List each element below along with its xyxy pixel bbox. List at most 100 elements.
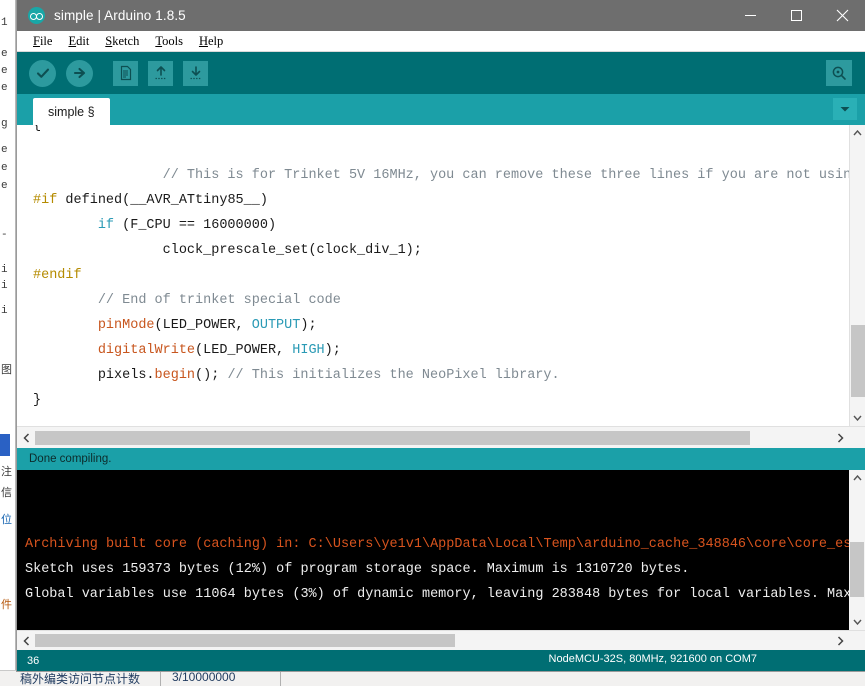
background-text-fragment: 位 xyxy=(1,515,12,527)
background-text-fragment: 图 xyxy=(1,365,12,377)
chevron-down-icon xyxy=(840,107,850,112)
close-button[interactable] xyxy=(819,0,865,31)
editor-vertical-scrollbar[interactable] xyxy=(849,125,865,426)
chevron-right-icon xyxy=(837,635,844,646)
serial-monitor-button[interactable] xyxy=(826,60,852,86)
scroll-down-arrow[interactable] xyxy=(850,410,865,426)
background-text-fragment: e xyxy=(1,48,8,60)
console-horizontal-scrollbar[interactable] xyxy=(17,630,865,650)
background-text-fragment: i xyxy=(1,264,8,276)
background-text-fragment: 注 xyxy=(1,467,12,479)
code-token: (LED_POWER, xyxy=(195,343,293,358)
code-token: pinMode xyxy=(97,318,155,333)
arrow-up-icon xyxy=(155,66,166,80)
menu-bar: File Edit Sketch Tools Help xyxy=(17,31,865,52)
console-text: Archiving built core (caching) in: C:\Us… xyxy=(25,532,849,607)
background-text-fragment: i xyxy=(1,305,8,317)
window-controls xyxy=(727,0,865,31)
code-token: pixels. xyxy=(97,368,155,383)
code-token: } xyxy=(33,393,42,408)
editor-scroll-thumb[interactable] xyxy=(851,325,865,397)
background-text-fragment: 件 xyxy=(1,600,12,612)
board-info: NodeMCU-32S, 80MHz, 921600 on COM7 xyxy=(548,653,757,665)
arduino-logo-icon xyxy=(28,7,45,24)
minimize-button[interactable] xyxy=(727,0,773,31)
background-selection-highlight xyxy=(0,434,10,456)
code-line: #endif xyxy=(33,263,849,288)
chevron-up-icon xyxy=(852,475,862,481)
code-line: // This is for Trinket 5V 16MHz, you can… xyxy=(33,163,849,188)
menu-item-help[interactable]: Help xyxy=(191,34,231,49)
open-sketch-button[interactable] xyxy=(148,60,173,86)
status-message: Done compiling. xyxy=(29,453,112,465)
code-line: } xyxy=(33,388,849,413)
console-area: Archiving built core (caching) in: C:\Us… xyxy=(17,470,865,630)
code-text: { // This is for Trinket 5V 16MHz, you c… xyxy=(17,125,849,413)
verify-button[interactable] xyxy=(29,59,56,87)
console-scroll-right-arrow[interactable] xyxy=(831,630,849,652)
menu-item-file[interactable]: File xyxy=(25,34,60,49)
menu-item-sketch[interactable]: Sketch xyxy=(97,34,147,49)
screen-root: 1eeegeee-iii图注信位件 稿外编类访问节点计数 3/10000000 … xyxy=(0,0,865,686)
code-token: clock_prescale_set(clock_div_1); xyxy=(162,243,422,258)
console-hscroll-thumb[interactable] xyxy=(35,634,455,647)
background-window-left-strip[interactable]: 1eeegeee-iii图注信位件 xyxy=(0,0,16,686)
tab-menu-button[interactable] xyxy=(833,98,857,120)
magnifier-icon xyxy=(832,66,846,80)
code-editor[interactable]: { // This is for Trinket 5V 16MHz, you c… xyxy=(17,125,849,426)
chevron-left-icon xyxy=(22,635,29,646)
background-text-fragment: i xyxy=(1,280,8,292)
toolbar xyxy=(17,52,865,94)
chevron-left-icon xyxy=(22,432,29,443)
checkmark-icon xyxy=(36,68,49,78)
code-token: HIGH xyxy=(292,343,325,358)
maximize-button[interactable] xyxy=(773,0,819,31)
scroll-right-arrow[interactable] xyxy=(831,427,849,449)
tab-simple[interactable]: simple § xyxy=(33,98,110,125)
scroll-up-arrow[interactable] xyxy=(850,125,865,141)
editor-hscroll-thumb[interactable] xyxy=(35,431,750,445)
code-token: #endif xyxy=(33,268,82,283)
code-token: digitalWrite xyxy=(97,343,196,358)
chevron-down-icon xyxy=(852,619,862,625)
bottom-status-bar: 36 NodeMCU-32S, 80MHz, 921600 on COM7 xyxy=(17,650,865,671)
console-scroll-left-arrow[interactable] xyxy=(17,630,35,652)
background-text-fragment: 信 xyxy=(1,488,12,500)
code-line: pinMode(LED_POWER, OUTPUT); xyxy=(33,313,849,338)
console-line: Archiving built core (caching) in: C:\Us… xyxy=(25,537,849,552)
close-icon xyxy=(836,9,848,22)
code-token: // This initializes the NeoPixel library… xyxy=(227,368,560,383)
background-text-fragment: g xyxy=(1,118,8,130)
background-text-fragment: e xyxy=(1,144,8,156)
console-scroll-up-arrow[interactable] xyxy=(849,470,865,486)
scroll-left-arrow[interactable] xyxy=(17,427,35,449)
console-line: Global variables use 11064 bytes (3%) of… xyxy=(25,587,849,602)
new-sketch-button[interactable] xyxy=(113,60,138,86)
console-vertical-scrollbar[interactable] xyxy=(849,470,865,630)
code-token: OUTPUT xyxy=(251,318,301,333)
upload-button[interactable] xyxy=(66,59,93,87)
code-token: (LED_POWER, xyxy=(154,318,252,333)
background-status-separator-2 xyxy=(280,672,281,686)
background-text-fragment: e xyxy=(1,65,8,77)
new-document-icon xyxy=(120,65,131,81)
code-token: ); xyxy=(300,318,317,333)
menu-item-edit[interactable]: Edit xyxy=(60,34,97,49)
code-line: if (F_CPU == 16000000) xyxy=(33,213,849,238)
console-scroll-down-arrow[interactable] xyxy=(849,614,865,630)
chevron-up-icon xyxy=(853,130,862,136)
console-output[interactable]: Archiving built core (caching) in: C:\Us… xyxy=(17,470,849,630)
arduino-ide-window: simple | Arduino 1.8.5 File Edit Sketch … xyxy=(16,0,865,672)
editor-horizontal-scrollbar[interactable] xyxy=(17,426,865,448)
code-token: ); xyxy=(324,343,341,358)
console-scroll-thumb[interactable] xyxy=(850,542,864,597)
code-token: // End of trinket special code xyxy=(97,293,341,308)
background-text-fragment: e xyxy=(1,162,8,174)
background-text-fragment: 1 xyxy=(1,17,8,29)
title-bar[interactable]: simple | Arduino 1.8.5 xyxy=(17,0,865,31)
menu-item-tools[interactable]: Tools xyxy=(147,34,191,49)
code-token: { xyxy=(33,125,42,133)
editor-area: { // This is for Trinket 5V 16MHz, you c… xyxy=(17,125,865,426)
save-sketch-button[interactable] xyxy=(183,60,208,86)
